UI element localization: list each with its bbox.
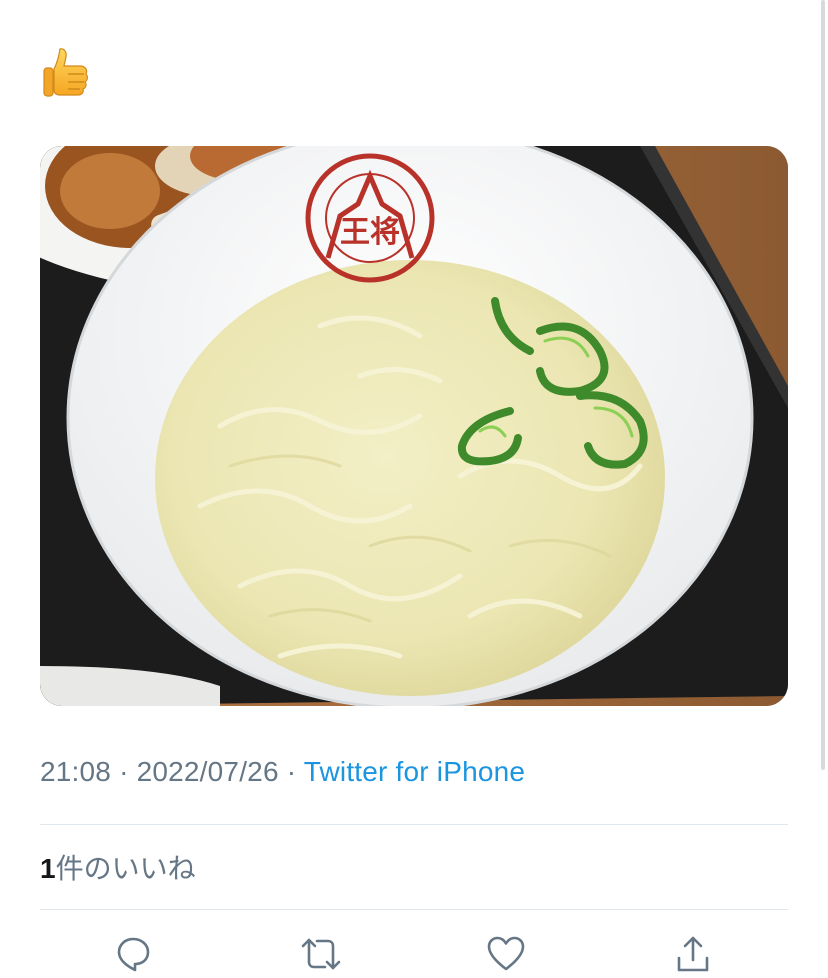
- likes-summary[interactable]: 1件のいいね: [40, 847, 196, 887]
- divider: [40, 909, 788, 910]
- divider: [40, 824, 788, 825]
- scrollbar[interactable]: [821, 0, 825, 770]
- separator: ·: [119, 756, 129, 787]
- share-icon: [677, 936, 709, 972]
- share-button[interactable]: [673, 934, 713, 974]
- reply-button[interactable]: [113, 934, 153, 974]
- svg-text:王将: 王将: [340, 215, 400, 250]
- retweet-button[interactable]: [299, 934, 341, 974]
- likes-count: 1: [40, 853, 56, 884]
- tweet-source-link[interactable]: Twitter for iPhone: [304, 756, 525, 787]
- tweet-photo[interactable]: 王将: [40, 146, 788, 706]
- like-button[interactable]: [486, 934, 526, 974]
- likes-label: 件のいいね: [55, 853, 196, 884]
- thumbs-up-icon: [40, 44, 96, 100]
- tweet-meta: 21:08 · 2022/07/26 · Twitter for iPhone: [40, 756, 525, 796]
- separator: ·: [286, 756, 297, 787]
- tweet-date: 2022/07/26: [136, 756, 279, 787]
- tweet-time: 21:08: [40, 756, 112, 787]
- tweet-action-bar: [0, 928, 828, 978]
- retweet-icon: [301, 938, 341, 970]
- reply-icon: [117, 937, 150, 972]
- heart-icon: [487, 936, 525, 971]
